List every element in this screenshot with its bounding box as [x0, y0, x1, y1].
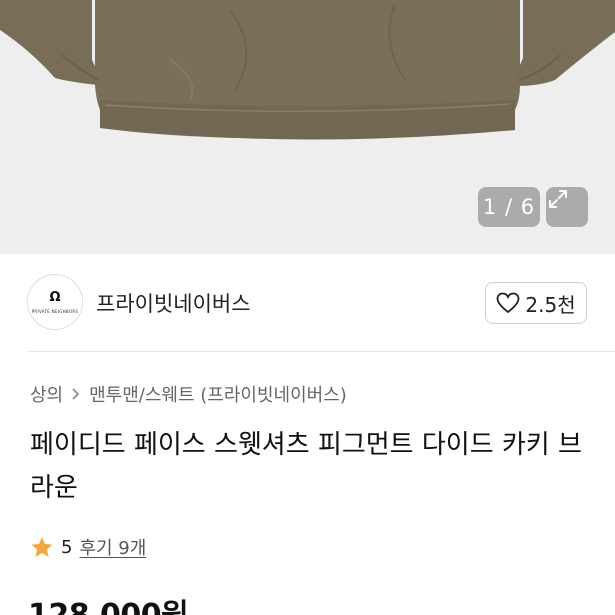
- shop-logo-text: PRIVATE NEIGHBORS: [31, 309, 79, 314]
- shop-row: Ω PRIVATE NEIGHBORS 프라이빗네이버스 2.5천: [0, 272, 615, 334]
- breadcrumb: 상의 맨투맨/스웨트 (프라이빗네이버스): [30, 381, 347, 407]
- chevron-right-icon: [72, 388, 80, 400]
- shop-logo[interactable]: Ω PRIVATE NEIGHBORS: [27, 274, 83, 330]
- expand-button[interactable]: [546, 187, 588, 227]
- expand-icon: [549, 190, 567, 208]
- star-icon: [31, 536, 53, 557]
- like-count: 2.5천: [525, 292, 576, 317]
- like-button[interactable]: 2.5천: [485, 282, 587, 324]
- breadcrumb-subcategory[interactable]: 맨투맨/스웨트 (프라이빗네이버스): [89, 381, 347, 407]
- heart-icon: [496, 292, 520, 314]
- image-counter: 1 / 6: [478, 187, 540, 227]
- rating-row: 5 후기 9개: [30, 534, 146, 560]
- product-title: 페이디드 페이스 스웻셔츠 피그먼트 다이드 카키 브라운: [30, 430, 582, 503]
- shop-name-link[interactable]: 프라이빗네이버스: [96, 288, 251, 318]
- product-price: 128,000원: [28, 590, 189, 615]
- rating-score: 5: [61, 536, 73, 558]
- product-image-gallery[interactable]: 1 / 6: [0, 0, 615, 254]
- reviews-link[interactable]: 후기 9개: [79, 534, 146, 560]
- divider: [27, 351, 615, 352]
- shop-logo-mark: Ω: [49, 290, 61, 305]
- breadcrumb-category[interactable]: 상의: [30, 381, 63, 407]
